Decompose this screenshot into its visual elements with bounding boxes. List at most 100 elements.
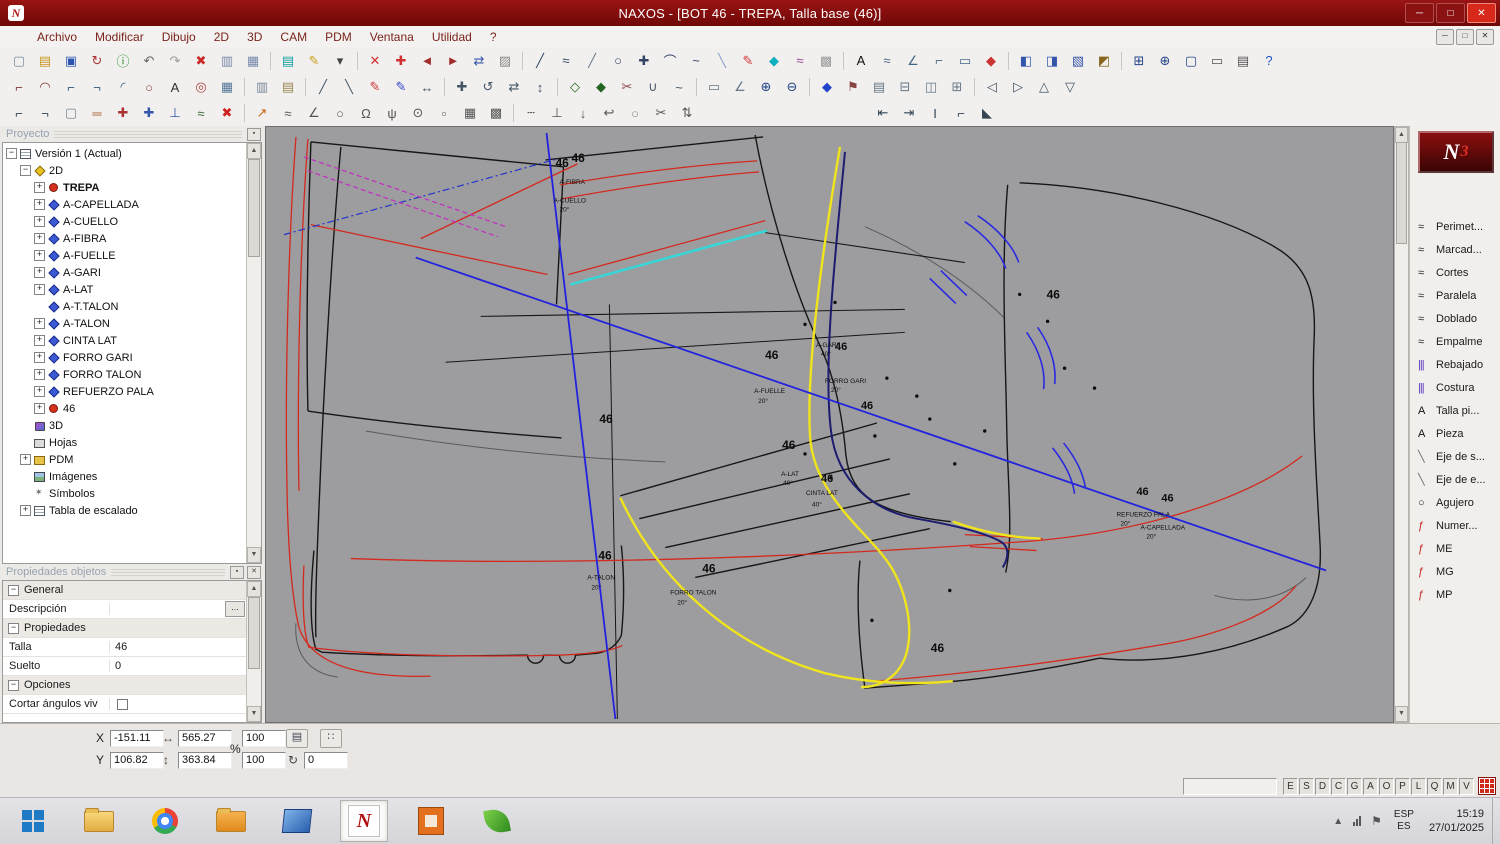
tree-expand-toggle[interactable]: +	[20, 454, 31, 465]
width-field[interactable]: 565.27	[178, 730, 232, 747]
canvas-scrollbar[interactable]: ▲ ▼	[1394, 126, 1409, 723]
status-letter-q[interactable]: Q	[1427, 777, 1442, 795]
zoom-window-icon[interactable]: ⊞	[1127, 49, 1151, 72]
tree-item-3d[interactable]: 3D	[3, 417, 261, 434]
tool-doblado[interactable]: ≈ Doblado	[1410, 307, 1500, 330]
omega-icon[interactable]: Ω	[354, 102, 378, 125]
anchor-icon[interactable]: ⊥	[163, 102, 187, 125]
page-icon[interactable]: ▢	[59, 102, 83, 125]
status-letter-c[interactable]: C	[1331, 777, 1346, 795]
arc-icon[interactable]: ⌒	[658, 49, 682, 72]
zoom2-in-icon[interactable]: ⊕	[754, 76, 778, 99]
taskbar-app-blue[interactable]	[274, 801, 320, 841]
pen-blue-icon[interactable]: ✎	[389, 76, 413, 99]
line-icon[interactable]: ╱	[528, 49, 552, 72]
tool-eje-de-e[interactable]: ╲ Eje de e...	[1410, 468, 1500, 491]
node-edit-icon[interactable]: ◇	[563, 76, 587, 99]
layers-icon[interactable]: ▤	[276, 49, 300, 72]
trim1-icon[interactable]: ⌐	[7, 102, 31, 125]
tool-marcad[interactable]: ≈ Marcad...	[1410, 238, 1500, 261]
taskbar-chrome[interactable]	[142, 801, 188, 841]
rotate-icon[interactable]: ↺	[476, 76, 500, 99]
menu-3d[interactable]: 3D	[238, 30, 271, 44]
tree-expand-toggle[interactable]: +	[34, 216, 45, 227]
scroll-down-icon[interactable]: ▼	[247, 547, 261, 563]
mdi-restore-button[interactable]: □	[1456, 28, 1474, 45]
table-icon[interactable]: ▦	[241, 49, 265, 72]
wave2-icon[interactable]: ≈	[276, 102, 300, 125]
status-letter-g[interactable]: G	[1347, 777, 1362, 795]
tree-item-46[interactable]: +46	[3, 400, 261, 417]
status-letter-a[interactable]: A	[1363, 777, 1378, 795]
erase-icon[interactable]: ✕	[363, 49, 387, 72]
tool-me[interactable]: ƒ ME	[1410, 537, 1500, 560]
tree-expand-toggle[interactable]: −	[20, 165, 31, 176]
fork-icon[interactable]: ψ	[380, 102, 404, 125]
maximize-button[interactable]: □	[1436, 3, 1465, 23]
properties-scrollbar[interactable]: ▲ ▼	[246, 581, 261, 722]
panel-pin-icon[interactable]: ▪	[230, 565, 244, 579]
show-desktop-button[interactable]	[1492, 798, 1500, 844]
curve-nodes-icon[interactable]: ≈	[189, 102, 213, 125]
panel-close-icon[interactable]: ✕	[247, 565, 261, 579]
tree-item-a-capellada[interactable]: + A-CAPELLADA	[3, 196, 261, 213]
tree-scrollbar[interactable]: ▲ ▼	[246, 143, 261, 563]
hatch-box-icon[interactable]: ▨	[493, 49, 517, 72]
cut-line-icon[interactable]: ✂	[615, 76, 639, 99]
height-tool-icon[interactable]: Ι	[923, 102, 947, 125]
mdi-close-button[interactable]: ✕	[1476, 28, 1494, 45]
prop-section-general[interactable]: − General	[3, 581, 261, 600]
hook-icon[interactable]: ↩	[597, 102, 621, 125]
clock[interactable]: 15:19 27/01/2025	[1429, 807, 1484, 835]
tool-rebajado[interactable]: ||| Rebajado	[1410, 353, 1500, 376]
tool-agujero[interactable]: ○ Agujero	[1410, 491, 1500, 514]
redo-icon[interactable]: ↷	[163, 49, 187, 72]
zoom2-out-icon[interactable]: ⊖	[780, 76, 804, 99]
mdi-minimize-button[interactable]: ─	[1436, 28, 1454, 45]
tree-expand-toggle[interactable]: +	[34, 233, 45, 244]
corner-round-icon[interactable]: ◠	[33, 76, 57, 99]
undo-icon[interactable]: ↶	[137, 49, 161, 72]
panel-grip[interactable]	[54, 130, 242, 138]
tree-item-versi-n-1-actual[interactable]: − Versión 1 (Actual)	[3, 145, 261, 162]
style-dropdown-icon[interactable]: ▾	[328, 49, 352, 72]
tree-item-trepa[interactable]: + TREPA	[3, 179, 261, 196]
tree-expand-toggle[interactable]: +	[34, 199, 45, 210]
network-icon[interactable]	[1353, 816, 1362, 826]
text-icon[interactable]: A	[849, 49, 873, 72]
copy-icon[interactable]: ▥	[215, 49, 239, 72]
tool-empalme[interactable]: ≈ Empalme	[1410, 330, 1500, 353]
cascade-icon[interactable]: ◫	[919, 76, 943, 99]
menu-[interactable]: ?	[481, 30, 506, 44]
pen-red-icon[interactable]: ✎	[363, 76, 387, 99]
scroll-up-icon[interactable]: ▲	[247, 581, 261, 597]
scroll-down-icon[interactable]: ▼	[1395, 706, 1408, 722]
dims-icon[interactable]: ↔	[415, 76, 439, 99]
tile-icon[interactable]: ⊞	[945, 76, 969, 99]
paste-icon[interactable]: ▤	[276, 76, 300, 99]
list-icon[interactable]: ▤	[286, 729, 308, 748]
corner-tool-icon[interactable]: ⌐	[949, 102, 973, 125]
move-icon[interactable]: ✚	[450, 76, 474, 99]
status-letter-e[interactable]: E	[1283, 777, 1298, 795]
tool-cortes[interactable]: ≈ Cortes	[1410, 261, 1500, 284]
tree-item-refuerzo-pala[interactable]: + REFUERZO PALA	[3, 383, 261, 400]
status-letter-v[interactable]: V	[1459, 777, 1474, 795]
scroll-down-icon[interactable]: ▼	[247, 706, 261, 722]
tree-item-a-fibra[interactable]: + A-FIBRA	[3, 230, 261, 247]
style-pencil-icon[interactable]: ✎	[302, 49, 326, 72]
half-right-icon[interactable]: ◨	[1040, 49, 1064, 72]
tree-expand-toggle[interactable]: +	[34, 250, 45, 261]
status-letter-s[interactable]: S	[1299, 777, 1314, 795]
sheet2-icon[interactable]: ▤	[867, 76, 891, 99]
copy2-icon[interactable]: ▥	[250, 76, 274, 99]
box-dark-icon[interactable]: ▩	[484, 102, 508, 125]
info-icon[interactable]: ⓘ	[111, 49, 135, 72]
more-button[interactable]: ...	[225, 601, 245, 617]
dashed-line-icon[interactable]: ╲	[710, 49, 734, 72]
y-coordinate-field[interactable]: 106.82	[110, 752, 164, 769]
tree-expand-toggle[interactable]: +	[34, 267, 45, 278]
tree-expand-toggle[interactable]: +	[34, 386, 45, 397]
tree-item-pdm[interactable]: + PDM	[3, 451, 261, 468]
tree-expand-toggle[interactable]: +	[34, 369, 45, 380]
